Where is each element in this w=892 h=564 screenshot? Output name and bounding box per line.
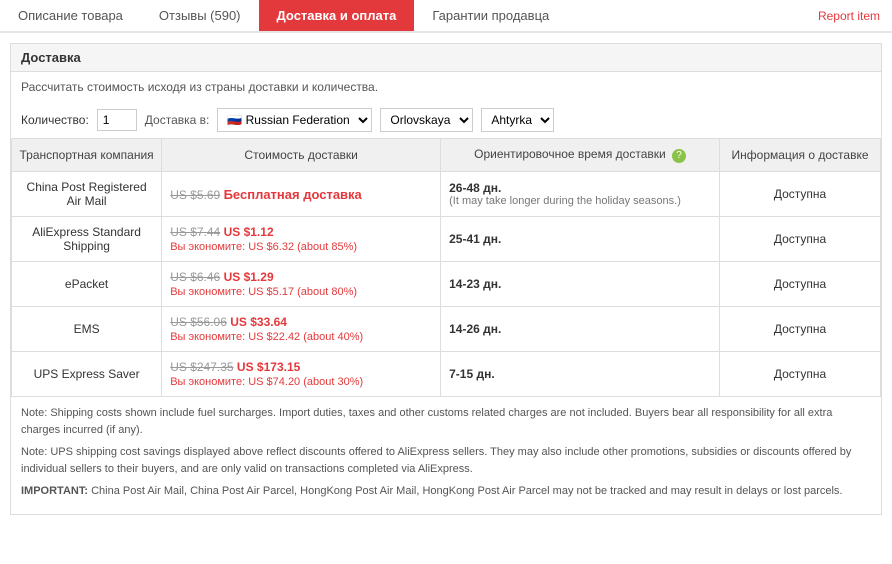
quantity-row: Количество: Доставка в: 🇷🇺 Russian Feder… xyxy=(11,102,881,138)
availability: Доступна xyxy=(720,217,881,262)
table-row: ePacket US $6.46 US $1.29 Вы экономите: … xyxy=(12,262,881,307)
table-row: China Post Registered Air Mail US $5.69 … xyxy=(12,172,881,217)
original-price: US $6.46 xyxy=(170,270,220,284)
region1-select[interactable]: Orlovskaya xyxy=(380,108,473,132)
tab-description[interactable]: Описание товара xyxy=(0,0,141,31)
ship-to-label: Доставка в: xyxy=(145,113,210,127)
time-cell: 7-15 дн. xyxy=(441,352,720,397)
company-name: AliExpress Standard Shipping xyxy=(12,217,162,262)
cost-cell: US $56.06 US $33.64 Вы экономите: US $22… xyxy=(162,307,441,352)
time-main: 7-15 дн. xyxy=(449,367,711,381)
header-info: Информация о доставке xyxy=(720,139,881,172)
current-price: US $1.12 xyxy=(224,225,274,239)
time-main: 14-23 дн. xyxy=(449,277,711,291)
note3-label: IMPORTANT: xyxy=(21,485,88,497)
availability: Доступна xyxy=(720,307,881,352)
time-cell: 14-26 дн. xyxy=(441,307,720,352)
region2-select[interactable]: Ahtyrka xyxy=(481,108,554,132)
header-cost: Стоимость доставки xyxy=(162,139,441,172)
original-price: US $5.69 xyxy=(170,188,220,202)
company-name: ePacket xyxy=(12,262,162,307)
note3-text: China Post Air Mail, China Post Air Parc… xyxy=(88,485,842,497)
note2: Note: UPS shipping cost savings displaye… xyxy=(21,444,871,477)
shipping-table: Транспортная компания Стоимость доставки… xyxy=(11,138,881,397)
quantity-input[interactable] xyxy=(97,109,137,131)
original-price: US $56.06 xyxy=(170,315,227,329)
time-main: 25-41 дн. xyxy=(449,232,711,246)
shipping-section: Доставка Рассчитать стоимость исходя из … xyxy=(10,43,882,515)
cost-cell: US $7.44 US $1.12 Вы экономите: US $6.32… xyxy=(162,217,441,262)
table-row: EMS US $56.06 US $33.64 Вы экономите: US… xyxy=(12,307,881,352)
notes-section: Note: Shipping costs shown include fuel … xyxy=(11,397,881,514)
time-main: 26-48 дн. xyxy=(449,181,711,195)
tab-shipping[interactable]: Доставка и оплата xyxy=(259,0,415,31)
time-cell: 26-48 дн. (It may take longer during the… xyxy=(441,172,720,217)
availability: Доступна xyxy=(720,262,881,307)
current-price: US $33.64 xyxy=(230,315,287,329)
current-price: US $1.29 xyxy=(224,270,274,284)
save-text: Вы экономите: US $22.42 (about 40%) xyxy=(170,331,363,343)
save-text: Вы экономите: US $6.32 (about 85%) xyxy=(170,241,357,253)
current-price: US $173.15 xyxy=(237,360,300,374)
cost-cell: US $5.69 Бесплатная доставка xyxy=(162,172,441,217)
country-select[interactable]: 🇷🇺 Russian Federation xyxy=(217,108,372,132)
availability: Доступна xyxy=(720,352,881,397)
qty-label: Количество: xyxy=(21,113,89,127)
original-price: US $247.35 xyxy=(170,360,233,374)
original-price: US $7.44 xyxy=(170,225,220,239)
company-name: EMS xyxy=(12,307,162,352)
section-title: Доставка xyxy=(11,44,881,72)
tab-guarantee[interactable]: Гарантии продавца xyxy=(414,0,567,31)
company-name: UPS Express Saver xyxy=(12,352,162,397)
time-cell: 25-41 дн. xyxy=(441,217,720,262)
time-cell: 14-23 дн. xyxy=(441,262,720,307)
calc-description: Рассчитать стоимость исходя из страны до… xyxy=(11,72,881,102)
company-name: China Post Registered Air Mail xyxy=(12,172,162,217)
tab-reviews[interactable]: Отзывы (590) xyxy=(141,0,259,31)
header-time: Ориентировочное время доставки ? xyxy=(441,139,720,172)
availability: Доступна xyxy=(720,172,881,217)
time-main: 14-26 дн. xyxy=(449,322,711,336)
note1: Note: Shipping costs shown include fuel … xyxy=(21,405,871,438)
note3: IMPORTANT: China Post Air Mail, China Po… xyxy=(21,483,871,500)
table-row: UPS Express Saver US $247.35 US $173.15 … xyxy=(12,352,881,397)
cost-cell: US $247.35 US $173.15 Вы экономите: US $… xyxy=(162,352,441,397)
cost-cell: US $6.46 US $1.29 Вы экономите: US $5.17… xyxy=(162,262,441,307)
help-icon[interactable]: ? xyxy=(672,149,686,163)
top-navigation: Описание товара Отзывы (590) Доставка и … xyxy=(0,0,892,33)
time-note: (It may take longer during the holiday s… xyxy=(449,195,711,207)
free-shipping: Бесплатная доставка xyxy=(224,187,362,202)
save-text: Вы экономите: US $74.20 (about 30%) xyxy=(170,376,363,388)
header-company: Транспортная компания xyxy=(12,139,162,172)
save-text: Вы экономите: US $5.17 (about 80%) xyxy=(170,286,357,298)
report-item-link[interactable]: Report item xyxy=(806,1,892,31)
table-row: AliExpress Standard Shipping US $7.44 US… xyxy=(12,217,881,262)
